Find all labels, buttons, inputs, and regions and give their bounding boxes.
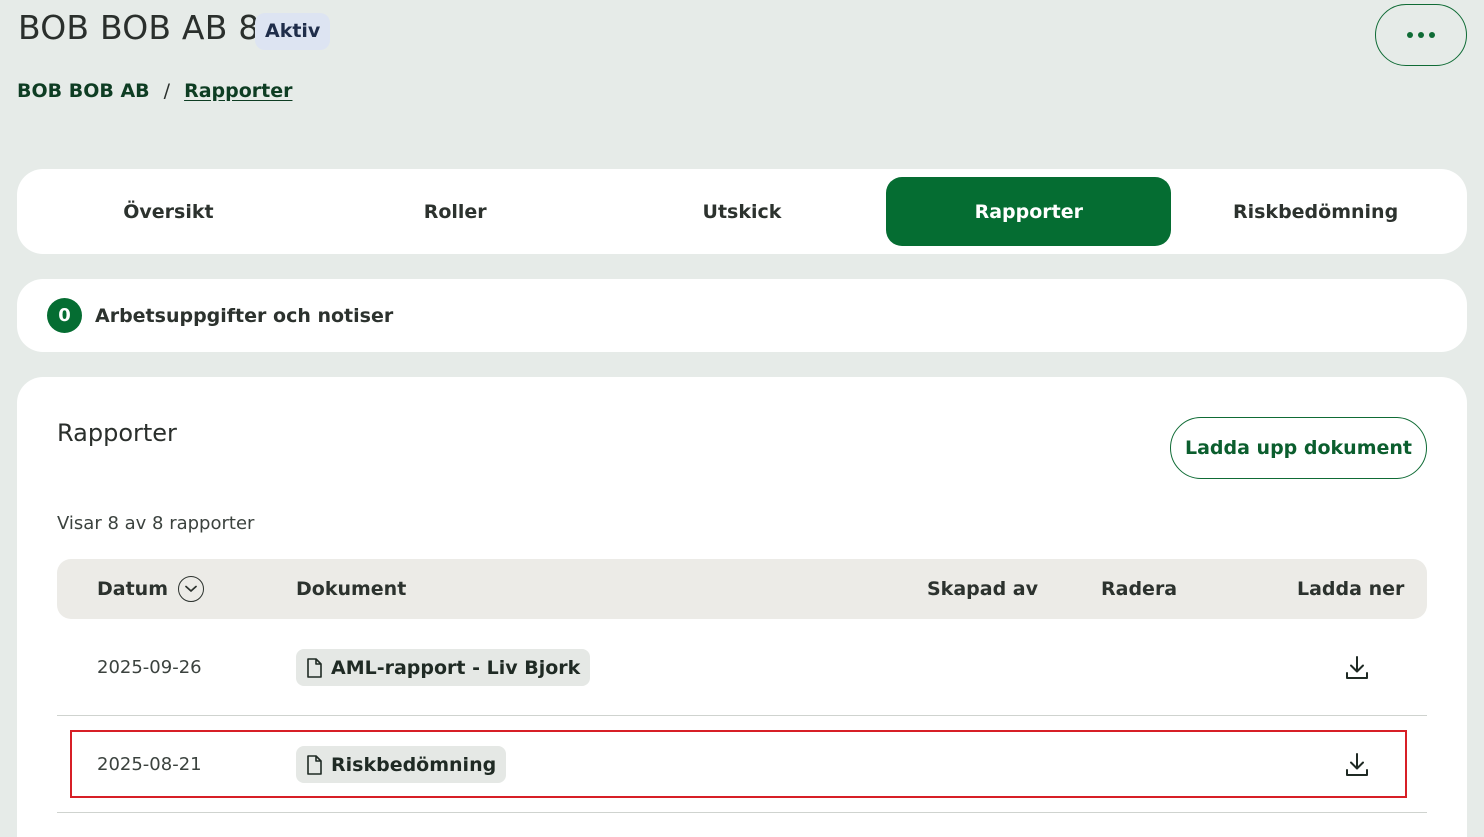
breadcrumb-current-link[interactable]: Rapporter [184,80,292,102]
chevron-down-circle-icon[interactable] [178,576,204,602]
table-header: Datum Dokument Skapad av Radera Ladda ne… [57,559,1427,619]
tab-oversikt[interactable]: Översikt [26,177,311,246]
more-dots-icon [1418,32,1424,38]
column-header-date-label: Datum [97,578,168,600]
reports-table: Datum Dokument Skapad av Radera Ladda ne… [57,559,1427,813]
column-header-date[interactable]: Datum [97,559,204,619]
tasks-notifications-panel[interactable]: 0 Arbetsuppgifter och notiser [17,279,1467,352]
document-link[interactable]: AML-rapport - Liv Bjork [296,649,591,686]
breadcrumb-parent[interactable]: BOB BOB AB [17,80,150,102]
tasks-label: Arbetsuppgifter och notiser [95,304,394,327]
document-link[interactable]: Riskbedömning [296,746,507,783]
upload-document-button[interactable]: Ladda upp dokument [1170,417,1427,479]
more-dots-icon [1407,32,1413,38]
page-title: BOB BOB AB 8 [18,8,260,47]
column-header-download: Ladda ner [1297,578,1405,600]
tab-bar: Översikt Roller Utskick Rapporter Riskbe… [17,169,1467,254]
reports-card: Rapporter Ladda upp dokument Visar 8 av … [17,377,1467,837]
document-name: Riskbedömning [331,753,497,776]
document-name: AML-rapport - Liv Bjork [331,656,581,679]
more-options-button[interactable] [1375,4,1467,66]
tab-rapporter[interactable]: Rapporter [886,177,1172,246]
row-date: 2025-08-21 [97,754,202,775]
table-row: 2025-08-21 Riskbedömning [57,716,1427,813]
row-date: 2025-09-26 [97,657,202,678]
status-badge: Aktiv [255,13,331,50]
download-icon[interactable] [1343,751,1371,779]
column-header-document: Dokument [296,578,407,600]
reports-title: Rapporter [57,419,177,447]
file-icon [306,754,322,775]
column-header-delete: Radera [1101,578,1178,600]
reports-count-text: Visar 8 av 8 rapporter [57,513,255,534]
table-row: 2025-09-26 AML-rapport - Liv Bjork [57,619,1427,716]
download-icon[interactable] [1343,654,1371,682]
file-icon [306,657,322,678]
breadcrumb: BOB BOB AB / Rapporter [17,80,292,102]
tab-utskick[interactable]: Utskick [600,177,885,246]
column-header-created-by: Skapad av [927,578,1038,600]
tab-roller[interactable]: Roller [313,177,598,246]
tasks-count-badge: 0 [47,298,82,333]
tab-riskbedomning[interactable]: Riskbedömning [1173,177,1458,246]
more-dots-icon [1429,32,1435,38]
breadcrumb-separator: / [163,80,171,102]
